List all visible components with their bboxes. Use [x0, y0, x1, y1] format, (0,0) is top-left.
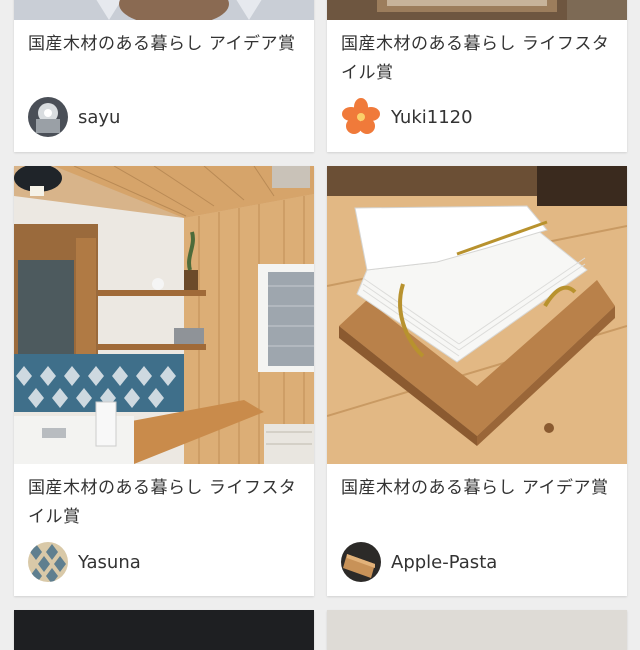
sayu-avatar-icon	[28, 97, 68, 137]
post-title: 国産木材のある暮らし アイデア賞	[341, 478, 609, 498]
post-card-6[interactable]	[327, 610, 627, 650]
post-card-4[interactable]: 国産木材のある暮らし アイデア賞 Apple-Pasta	[327, 166, 627, 596]
post-title: 国産木材のある暮らし ライフスタイル賞	[341, 34, 610, 83]
post-card-1[interactable]: 国産木材のある暮らし アイデア賞 sayu	[14, 0, 314, 152]
tile-avatar-icon	[28, 542, 68, 582]
post-user[interactable]: Yasuna	[28, 542, 141, 582]
post-title: 国産木材のある暮らし アイデア賞	[28, 34, 296, 54]
hibiscus-avatar-icon	[341, 97, 381, 137]
username[interactable]: Yasuna	[78, 552, 141, 573]
wood-avatar-icon	[341, 542, 381, 582]
post-photo[interactable]	[14, 0, 314, 20]
post-title: 国産木材のある暮らし ライフスタイル賞	[28, 478, 297, 527]
post-photo[interactable]	[14, 166, 314, 464]
username[interactable]: sayu	[78, 107, 120, 128]
post-user[interactable]: Yuki1120	[341, 97, 473, 137]
post-card-2[interactable]: 国産木材のある暮らし ライフスタイル賞 Yuki1120	[327, 0, 627, 152]
post-card-5[interactable]	[14, 610, 314, 650]
post-user[interactable]: Apple-Pasta	[341, 542, 497, 582]
post-photo[interactable]	[327, 0, 627, 20]
post-card-3[interactable]: 国産木材のある暮らし ライフスタイル賞 Yasuna	[14, 166, 314, 596]
post-photo[interactable]	[327, 166, 627, 464]
post-user[interactable]: sayu	[28, 97, 120, 137]
username[interactable]: Apple-Pasta	[391, 552, 497, 573]
username[interactable]: Yuki1120	[391, 107, 473, 128]
